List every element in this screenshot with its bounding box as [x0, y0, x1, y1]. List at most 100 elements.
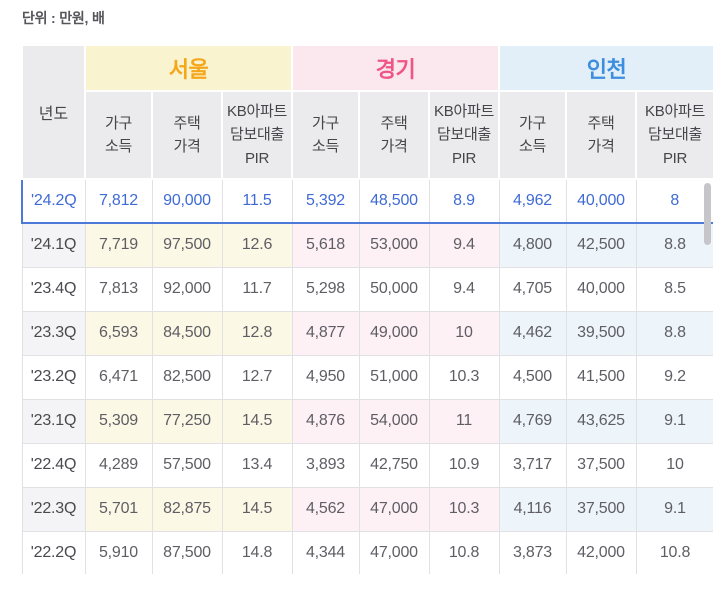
subheader-cell: 가구소득 — [498, 90, 567, 180]
pir-table-container[interactable]: 년도 서울 경기 인천 가구 소득 주택 가격 KB아파트 담보대출 PIR 가구 소득 주택 가격… — [21, 44, 713, 574]
subheader-cell: 주택 가격 — [565, 90, 637, 180]
subheader-line: 소득 — [104, 138, 132, 155]
value-cell: 4,500 — [498, 354, 567, 400]
value-cell: 4,800 — [498, 222, 567, 268]
year-cell: '24.2Q — [21, 178, 86, 224]
value-cell: 4,950 — [291, 354, 360, 400]
subheader-line: 담보대출 — [647, 126, 702, 144]
unit-label: 단위 : 만원, 배 — [22, 10, 105, 26]
scrollbar-thumb[interactable] — [704, 183, 711, 245]
value-cell: 3,893 — [291, 442, 360, 488]
value-cell: 10.8 — [428, 530, 500, 574]
table-row[interactable]: '23.3Q 6,593 84,500 12.8 4,877 49,000 10 4,462 3… — [21, 310, 713, 356]
value-cell: 39,500 — [565, 310, 637, 356]
value-cell: 4,289 — [84, 442, 153, 488]
table-row[interactable]: '23.1Q 5,309 77,250 14.5 4,876 54,000 11 4,769 4… — [21, 398, 713, 444]
subheader-line: 담보대출 — [229, 126, 284, 144]
table-row[interactable]: '22.4Q 4,289 57,500 13.4 3,893 42,750 10.9 3,71… — [21, 442, 713, 488]
year-column-header: 년도 — [21, 44, 86, 180]
value-cell: 8.8 — [635, 222, 713, 268]
subheader-line: 주택 — [587, 114, 615, 132]
subheader-line: 주택 — [380, 114, 408, 132]
value-cell: 9.1 — [635, 486, 713, 532]
value-cell: 42,000 — [565, 530, 637, 574]
year-cell: '23.3Q — [21, 310, 86, 356]
table-row[interactable]: '22.2Q 5,910 87,500 14.8 4,344 47,000 10.8 3,87… — [21, 530, 713, 574]
subheader-line: PIR — [244, 149, 270, 167]
value-cell: 14.8 — [221, 530, 293, 574]
table-row[interactable]: '24.1Q 7,719 97,500 12.6 5,618 53,000 9.4 4,800… — [21, 222, 713, 268]
value-cell: 37,500 — [565, 486, 637, 532]
value-cell: 14.5 — [221, 486, 293, 532]
region-header-gyeonggi: 경기 — [291, 44, 500, 92]
value-cell: 57,500 — [151, 442, 223, 488]
value-cell: 82,500 — [151, 354, 223, 400]
region-header-seoul: 서울 — [84, 44, 293, 92]
value-cell: 8.5 — [635, 266, 713, 312]
subheader-line: 가격 — [380, 138, 408, 155]
value-cell: 77,250 — [151, 398, 223, 444]
value-cell: 12.7 — [221, 354, 293, 400]
table-row[interactable]: '23.4Q 7,813 92,000 11.7 5,298 50,000 9.4 4,705… — [21, 266, 713, 312]
value-cell: 84,500 — [151, 310, 223, 356]
region-header-row: 년도 서울 경기 인천 — [21, 44, 713, 180]
value-cell: 5,910 — [84, 530, 153, 574]
table-body: '24.2Q 7,812 90,000 11.5 5,392 48,500 8.9 4,962… — [21, 178, 713, 574]
value-cell: 37,500 — [565, 442, 637, 488]
value-cell: 92,000 — [151, 266, 223, 312]
value-cell: 11.7 — [221, 266, 293, 312]
subheader-line: PIR — [662, 149, 688, 167]
value-cell: 4,705 — [498, 266, 567, 312]
value-cell: 4,462 — [498, 310, 567, 356]
subheader-line: 주택 — [173, 114, 201, 132]
table-row[interactable]: '24.2Q 7,812 90,000 11.5 5,392 48,500 8.9 4,962… — [21, 178, 713, 224]
subheader-line: KB아파트 — [434, 103, 494, 121]
subheader-line: 소득 — [518, 138, 546, 155]
pir-table: 년도 서울 경기 인천 가구 소득 주택 가격 KB아파트 담보대출 PIR 가구 소득 주택 가격… — [21, 44, 713, 574]
value-cell: 8 — [635, 178, 713, 224]
value-cell: 4,962 — [498, 178, 567, 224]
subheader-line: 가구 — [104, 114, 132, 132]
subheader-row: 가구 소득 주택 가격 KB아파트 담보대출 PIR 가구 소득 주택 가격 KB아파트 담보대출 PIR… — [22, 90, 713, 180]
value-cell: 8.8 — [635, 310, 713, 356]
value-cell: 4,877 — [291, 310, 360, 356]
table-row[interactable]: '22.3Q 5,701 82,875 14.5 4,562 47,000 10.3 4,11… — [21, 486, 713, 532]
value-cell: 6,593 — [84, 310, 153, 356]
value-cell: 4,562 — [291, 486, 360, 532]
value-cell: 10 — [635, 442, 713, 488]
value-cell: 9.4 — [428, 266, 500, 312]
value-cell: 10 — [428, 310, 500, 356]
value-cell: 87,500 — [151, 530, 223, 574]
subheader-cell: KB아파트 담보대출 PIR — [635, 90, 713, 180]
value-cell: 9.4 — [428, 222, 500, 268]
value-cell: 51,000 — [358, 354, 430, 400]
subheader-cell: KB아파트 담보대출 PIR — [428, 90, 500, 180]
value-cell: 4,116 — [498, 486, 567, 532]
subheader-line: 담보대출 — [436, 126, 491, 144]
year-cell: '22.2Q — [21, 530, 86, 574]
value-cell: 4,769 — [498, 398, 567, 444]
value-cell: 5,392 — [291, 178, 360, 224]
value-cell: 47,000 — [358, 530, 430, 574]
value-cell: 50,000 — [358, 266, 430, 312]
year-cell: '23.4Q — [21, 266, 86, 312]
subheader-cell: 주택 가격 — [151, 90, 223, 180]
value-cell: 40,000 — [565, 178, 637, 224]
value-cell: 41,500 — [565, 354, 637, 400]
year-cell: '22.3Q — [21, 486, 86, 532]
value-cell: 9.1 — [635, 398, 713, 444]
value-cell: 97,500 — [151, 222, 223, 268]
subheader-line: 가구 — [518, 114, 546, 132]
value-cell: 7,812 — [84, 178, 153, 224]
value-cell: 82,875 — [151, 486, 223, 532]
subheader-cell: 주택가격 — [358, 90, 430, 180]
value-cell: 5,298 — [291, 266, 360, 312]
subheader-cell: KB아파트 담보대출 PIR — [221, 90, 293, 180]
value-cell: 13.4 — [221, 442, 293, 488]
table-row[interactable]: '23.2Q 6,471 82,500 12.7 4,950 51,000 10.3 4,50… — [21, 354, 713, 400]
year-cell: '23.2Q — [21, 354, 86, 400]
value-cell: 11.5 — [221, 178, 293, 224]
value-cell: 12.6 — [221, 222, 293, 268]
page: 단위 : 만원, 배 년도 서울 경기 인천 가구 소득 주택 가격 KB아파트 담보대출… — [0, 0, 726, 598]
value-cell: 5,701 — [84, 486, 153, 532]
